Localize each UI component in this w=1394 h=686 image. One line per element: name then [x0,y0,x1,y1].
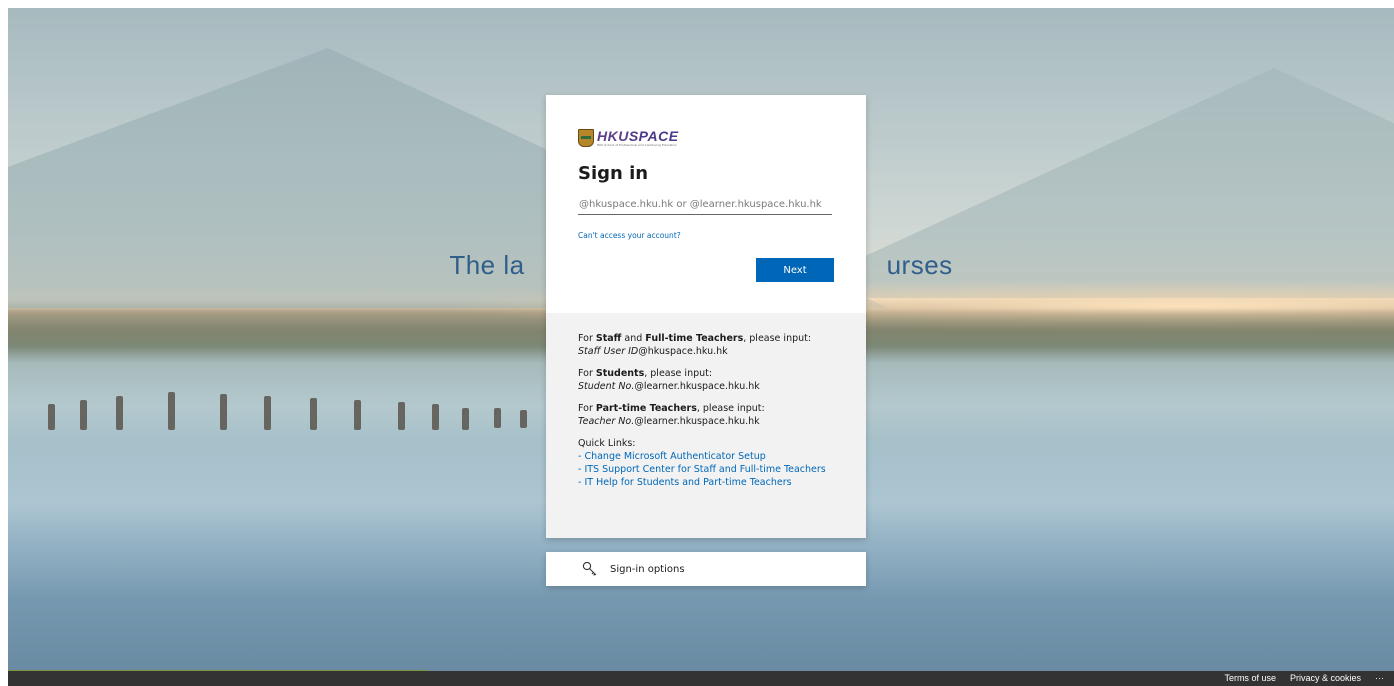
quick-links: Quick Links: - Change Microsoft Authenti… [578,437,834,489]
logo-subtitle: HKU School of Professional and Continuin… [597,143,677,147]
signin-options-label: Sign-in options [610,563,685,575]
hku-shield-logo [578,129,594,147]
signin-options-button[interactable]: Sign-in options [546,552,866,586]
next-button[interactable]: Next [756,258,834,282]
signin-form: HKUSPACE HKU School of Professional and … [546,95,866,313]
quick-link-it-help[interactable]: - IT Help for Students and Part-time Tea… [578,476,834,489]
signin-card: HKUSPACE HKU School of Professional and … [546,95,866,538]
staff-instructions: For Staff and Full-time Teachers, please… [578,333,812,357]
more-options-button[interactable]: ··· [1375,673,1384,683]
email-field[interactable] [578,194,834,215]
page-title: Sign in [578,163,649,184]
terms-of-use-link[interactable]: Terms of use [1224,673,1276,683]
quick-link-authenticator[interactable]: - Change Microsoft Authenticator Setup [578,450,834,463]
hku-space-logo: HKUSPACE HKU School of Professional and … [578,127,834,149]
privacy-cookies-link[interactable]: Privacy & cookies [1290,673,1361,683]
email-field-wrapper [578,192,834,215]
quick-link-its-support[interactable]: - ITS Support Center for Staff and Full-… [578,463,834,476]
tagline-left: The la [449,250,525,280]
instructions-panel: For Staff and Full-time Teachers, please… [546,313,866,538]
parttime-instructions: For Part-time Teachers, please input: Te… [578,403,765,427]
quick-links-title: Quick Links: [578,438,636,449]
students-instructions: For Students, please input: Student No.@… [578,368,760,392]
key-icon [582,561,597,576]
logo-main-text: HKU [597,128,629,144]
tagline-right: urses [886,250,953,280]
cant-access-account-link[interactable]: Can't access your account? [578,231,834,240]
logo-space-text: SPACE [628,128,679,144]
footer: Terms of use Privacy & cookies ··· [8,671,1394,686]
